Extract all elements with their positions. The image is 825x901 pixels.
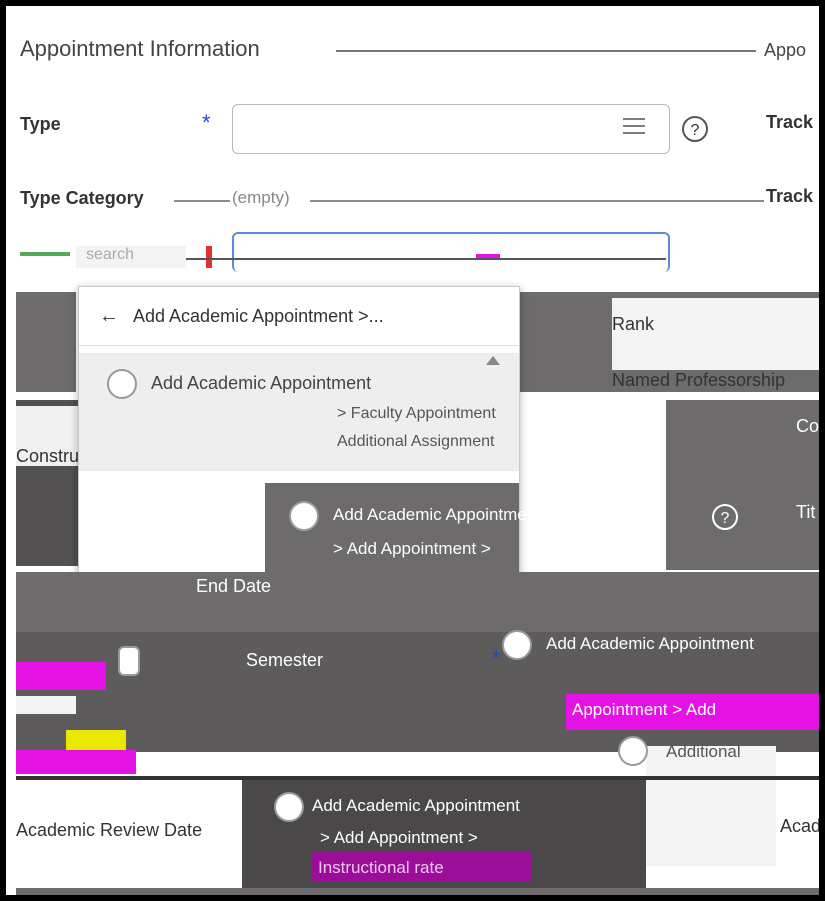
list-icon[interactable] [623, 118, 645, 136]
search-input[interactable]: search [76, 246, 186, 268]
screen-frame: Appointment Information Appo Type * ? Tr… [0, 0, 825, 901]
type-category-label: Type Category [20, 188, 144, 208]
radio-icon[interactable] [502, 630, 532, 660]
help-icon[interactable]: ? [682, 116, 708, 142]
dropdown-option[interactable]: Add Academic Appointment > Faculty Appoi… [79, 353, 519, 471]
type-label: Type [20, 114, 61, 134]
required-marker: * [492, 646, 501, 671]
glitch-bar [16, 662, 106, 690]
option-title: Add Academic Appointment [333, 505, 541, 524]
glitch-block [16, 888, 819, 895]
glitch-bar [20, 252, 70, 256]
acad-label: Acad [780, 816, 822, 836]
type-input[interactable] [232, 104, 670, 154]
divider [79, 345, 519, 346]
option-subtitle: > Add Appointment > [333, 539, 491, 558]
section-title: Appointment Information [20, 36, 260, 61]
search-field-frame[interactable] [232, 232, 670, 272]
co-label: Co [796, 416, 820, 436]
type-category-value: (empty) [232, 188, 290, 207]
dropdown-back-label: Add Academic Appointment >... [133, 306, 384, 326]
section-title-right: Appo [764, 40, 807, 60]
help-icon[interactable]: ? [712, 504, 738, 530]
glitch-bar [206, 246, 212, 268]
option-subtitle: Additional Assignment [337, 433, 495, 450]
dropdown-option[interactable]: Add Academic Appointment > Add Appointme… [265, 483, 541, 577]
glitch-bar [66, 730, 126, 750]
add-appointment-option: > Add Appointment > [320, 828, 478, 847]
option-title: Add Academic Appointment [151, 373, 372, 393]
track-label-2: Track [766, 186, 814, 206]
academic-review-date-label: Academic Review Date [16, 820, 203, 840]
radio-icon[interactable] [289, 501, 319, 531]
glitch-block [646, 746, 776, 866]
add-academic-appointment-option: Add Academic Appointment [312, 796, 520, 815]
named-professorship-label: Named Professorship [612, 370, 786, 390]
appointment-label: Appointment > Add [572, 700, 717, 719]
glitch-block [16, 292, 76, 392]
glitch-bar [16, 750, 136, 774]
track-label: Track [766, 112, 814, 132]
additional-label: Additional [666, 742, 741, 761]
radio-icon[interactable] [618, 736, 648, 766]
divider [174, 200, 230, 202]
end-date-label: End Date [196, 576, 272, 596]
arrow-left-icon: ← [99, 305, 119, 327]
type-dropdown[interactable]: ← Add Academic Appointment >... Add Acade… [78, 286, 541, 578]
add-academic-appointment-option: Add Academic Appointment [546, 634, 754, 653]
glitch-bar [476, 254, 500, 258]
option-subtitle: > Faculty Appointment [337, 405, 496, 422]
radio-icon[interactable] [274, 792, 304, 822]
scroll-up-icon[interactable] [486, 356, 500, 365]
checkbox-icon[interactable] [118, 646, 140, 676]
semester-label: Semester [246, 650, 324, 670]
divider [310, 200, 764, 202]
rank-label: Rank [612, 314, 655, 334]
dropdown-back-button[interactable]: ← Add Academic Appointment >... [99, 305, 384, 328]
glitch-block [16, 572, 819, 632]
divider [186, 258, 666, 260]
glitch-block [16, 696, 76, 714]
section-divider [336, 50, 756, 52]
tit-label: Tit [796, 502, 816, 522]
radio-icon[interactable] [107, 369, 137, 399]
instructional-rate-label: Instructional rate [318, 858, 444, 877]
required-marker: * [202, 110, 211, 135]
